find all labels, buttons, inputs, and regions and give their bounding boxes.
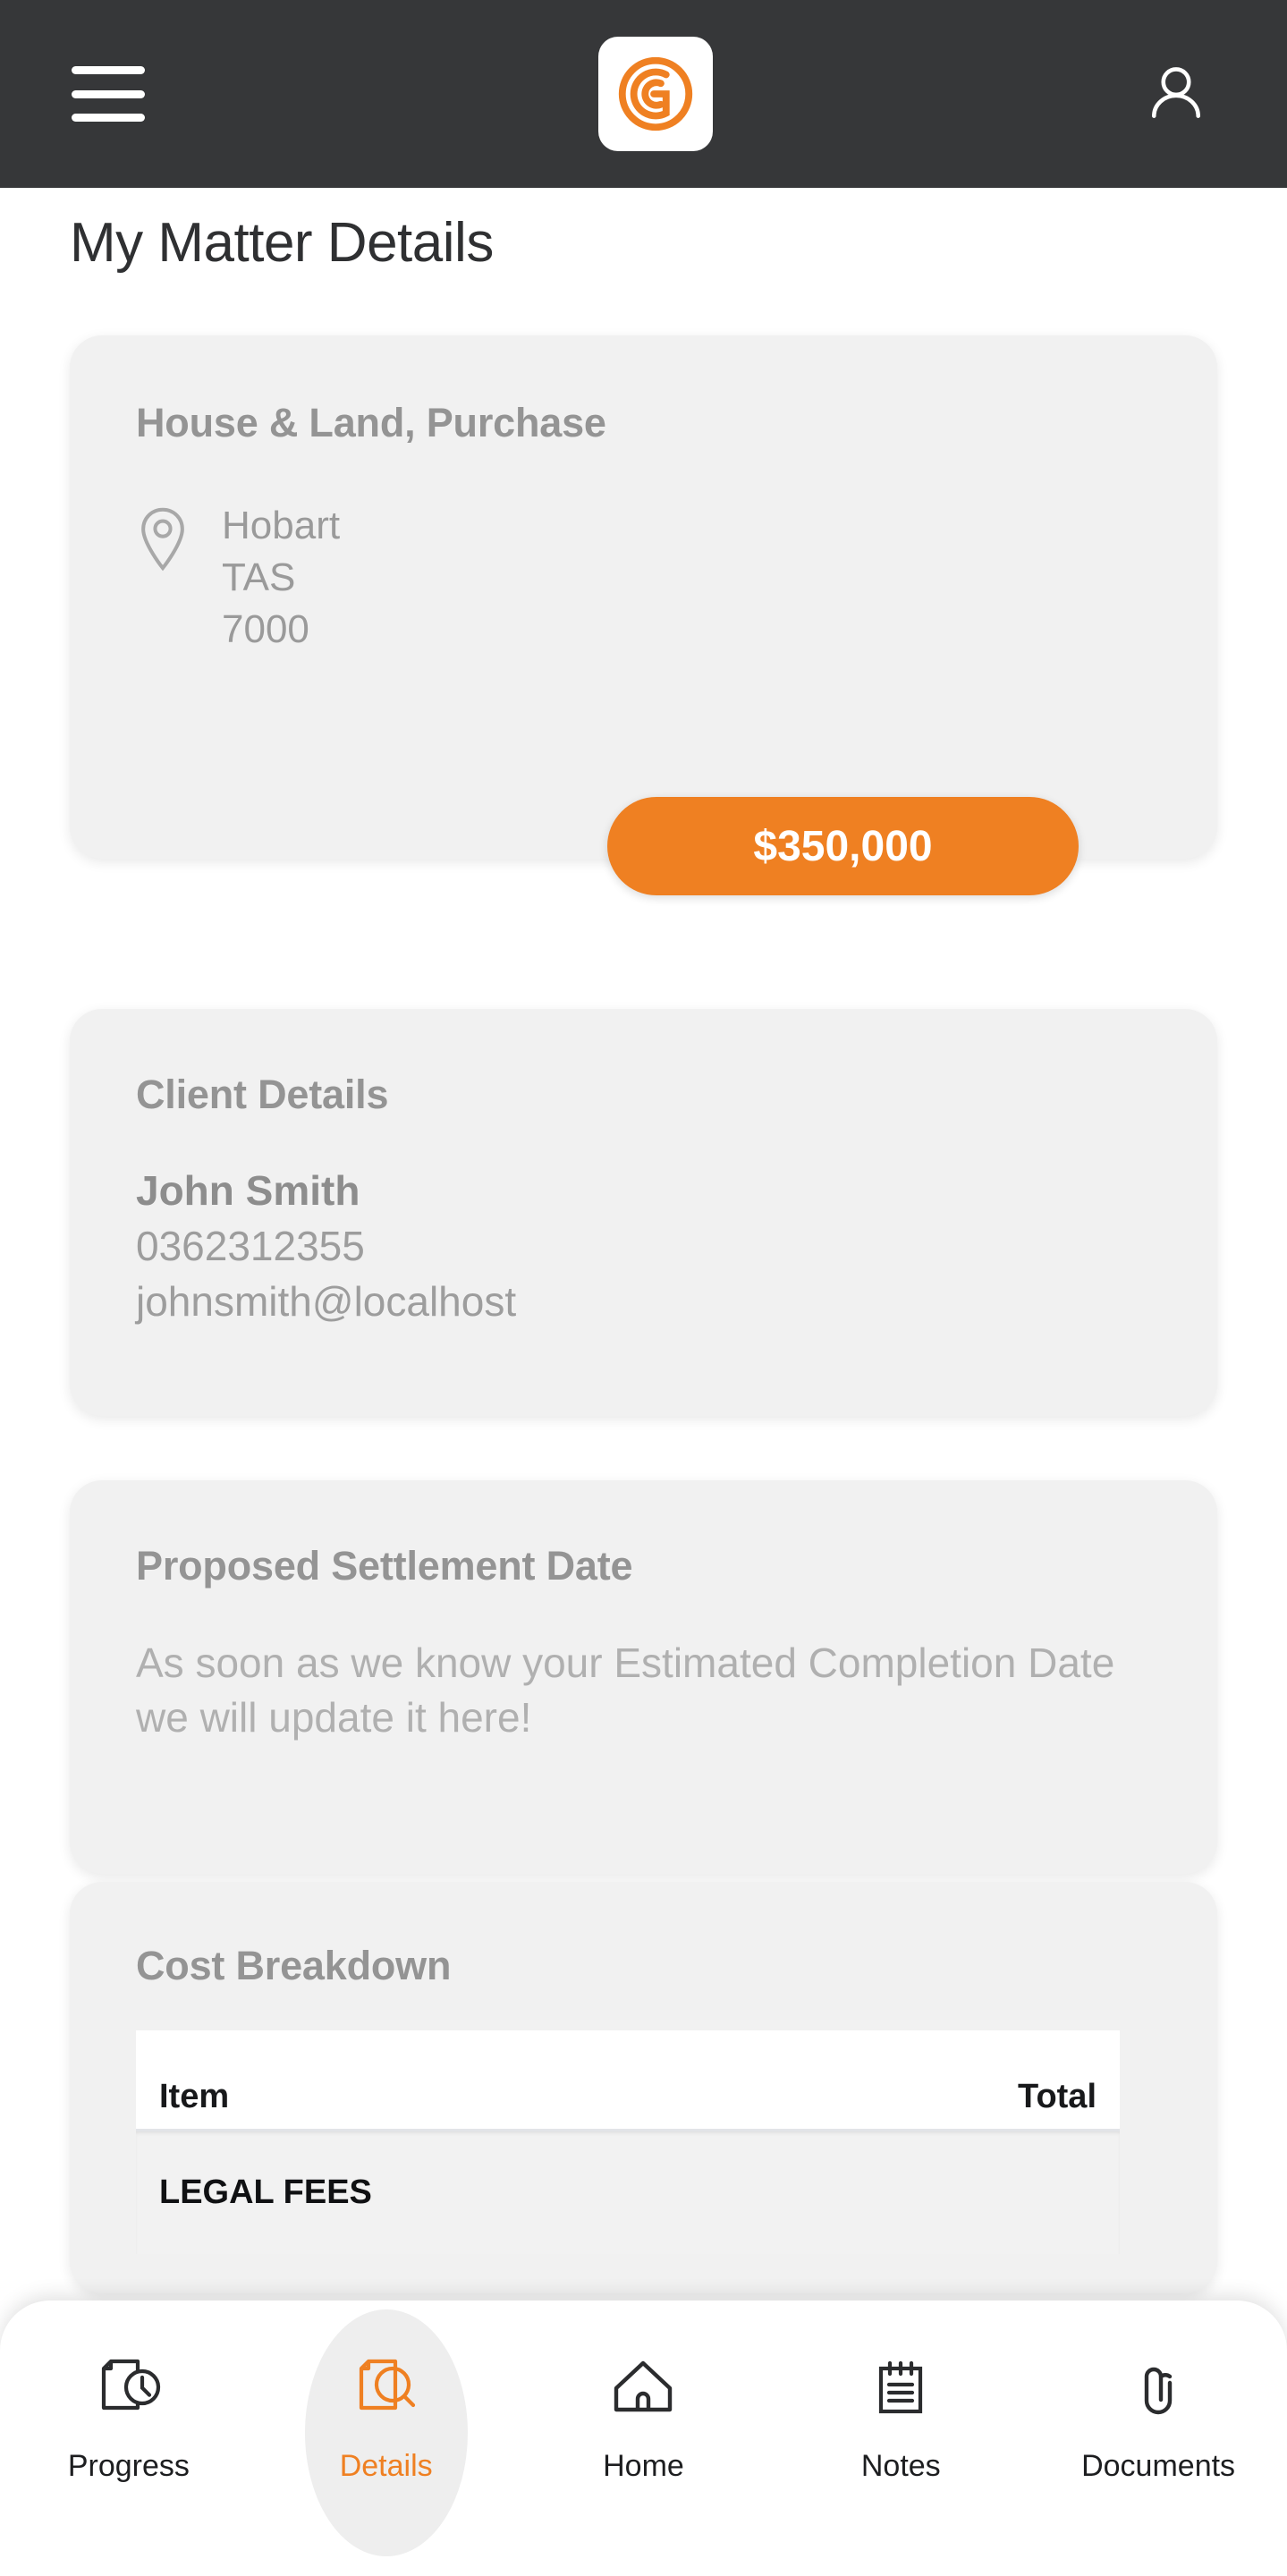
nav-item-documents[interactable]: Documents <box>1055 2347 1261 2484</box>
address-line: Hobart <box>222 504 341 547</box>
nav-item-progress[interactable]: Progress <box>26 2347 232 2484</box>
user-profile-icon[interactable] <box>1135 53 1217 135</box>
cost-breakdown-table: Item Total LEGAL FEES <box>136 2030 1120 2254</box>
matter-price-badge[interactable]: $350,000 <box>607 797 1079 895</box>
notepad-icon <box>861 2347 940 2429</box>
document-search-svg <box>359 2359 415 2411</box>
home-svg <box>614 2360 673 2412</box>
page-title: My Matter Details <box>70 212 494 274</box>
hamburger-bar <box>72 89 145 98</box>
document-search-icon <box>347 2347 426 2429</box>
top-app-bar <box>0 0 1287 188</box>
nav-label-home: Home <box>603 2449 684 2483</box>
column-header-total: Total <box>1018 2078 1096 2115</box>
matter-address-lines: Hobart TAS 7000 <box>222 500 340 656</box>
address-line: 7000 <box>222 607 309 651</box>
paperclip-svg <box>1144 2367 1173 2415</box>
home-icon <box>604 2347 682 2429</box>
bottom-navigation-bar: Progress Details Home Notes Documents <box>0 2301 1287 2576</box>
client-details-card[interactable]: Client Details John Smith 0362312355 joh… <box>70 1009 1217 1416</box>
brand-g-logo-icon[interactable] <box>597 37 713 151</box>
nav-label-progress: Progress <box>67 2449 190 2483</box>
cost-breakdown-card: Cost Breakdown Item Total LEGAL FEES <box>70 1882 1217 2293</box>
nav-item-details[interactable]: Details <box>284 2309 489 2556</box>
map-pin-icon <box>136 500 200 578</box>
column-header-item: Item <box>159 2078 230 2115</box>
table-row[interactable]: LEGAL FEES <box>136 2129 1120 2254</box>
address-line: TAS <box>222 555 296 599</box>
nav-label-details: Details <box>339 2449 433 2483</box>
client-name: John Smith <box>136 1167 360 1214</box>
client-card-title: Client Details <box>136 1072 389 1117</box>
client-email[interactable]: johnsmith@localhost <box>136 1274 1151 1329</box>
matter-summary-card[interactable]: House & Land, Purchase Hobart TAS 7000 <box>70 335 1217 859</box>
settlement-card-title: Proposed Settlement Date <box>136 1543 633 1589</box>
document-clock-svg <box>101 2359 160 2411</box>
cost-card-title: Cost Breakdown <box>136 1943 452 1988</box>
hamburger-menu-icon[interactable] <box>72 66 145 122</box>
nav-item-notes[interactable]: Notes <box>798 2347 1003 2484</box>
user-profile-svg <box>1152 67 1200 118</box>
notepad-svg <box>879 2360 923 2414</box>
client-phone[interactable]: 0362312355 <box>136 1218 1151 1274</box>
table-header-row: Item Total <box>136 2030 1120 2129</box>
hamburger-bar <box>72 114 145 122</box>
map-pin-svg <box>141 507 184 572</box>
cell-item: LEGAL FEES <box>159 2174 372 2211</box>
brand-g-logo-svg <box>618 56 692 131</box>
settlement-date-card: Proposed Settlement Date As soon as we k… <box>70 1480 1217 1874</box>
nav-label-notes: Notes <box>860 2449 941 2483</box>
app-screen: My Matter Details House & Land, Purchase… <box>0 0 1287 2576</box>
nav-item-home[interactable]: Home <box>540 2347 746 2484</box>
matter-address-row: Hobart TAS 7000 <box>136 500 1151 656</box>
paperclip-icon <box>1119 2347 1198 2429</box>
nav-label-documents: Documents <box>1081 2449 1236 2483</box>
hamburger-bar <box>72 66 145 74</box>
matter-card-title: House & Land, Purchase <box>136 400 606 445</box>
settlement-card-body: As soon as we know your Estimated Comple… <box>136 1640 1115 1741</box>
document-clock-icon <box>89 2347 168 2429</box>
